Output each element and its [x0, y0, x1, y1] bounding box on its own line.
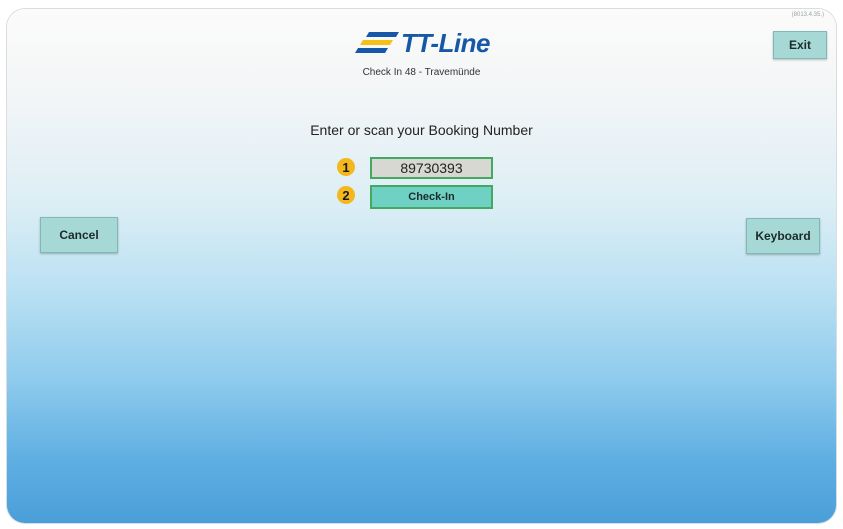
tt-line-logo: TT-Line: [355, 25, 515, 61]
exit-button[interactable]: Exit: [773, 31, 827, 59]
keyboard-button[interactable]: Keyboard: [746, 218, 820, 254]
logo-stripes-icon: [355, 32, 399, 53]
logo-text: TT-Line: [401, 28, 490, 58]
booking-prompt: Enter or scan your Booking Number: [310, 122, 533, 138]
step-marker-2: 2: [337, 186, 355, 204]
step-marker-1: 1: [337, 158, 355, 176]
terminal-subtitle: Check In 48 - Travemünde: [362, 67, 481, 78]
version-label: (8013.4.35.): [791, 12, 824, 18]
cancel-button[interactable]: Cancel: [40, 217, 118, 253]
check-in-button[interactable]: Check-In: [370, 185, 493, 209]
booking-number-input[interactable]: 89730393: [370, 157, 493, 179]
kiosk-screen: (8013.4.35.) TT-Line Check In 48 - Trave…: [7, 9, 836, 523]
